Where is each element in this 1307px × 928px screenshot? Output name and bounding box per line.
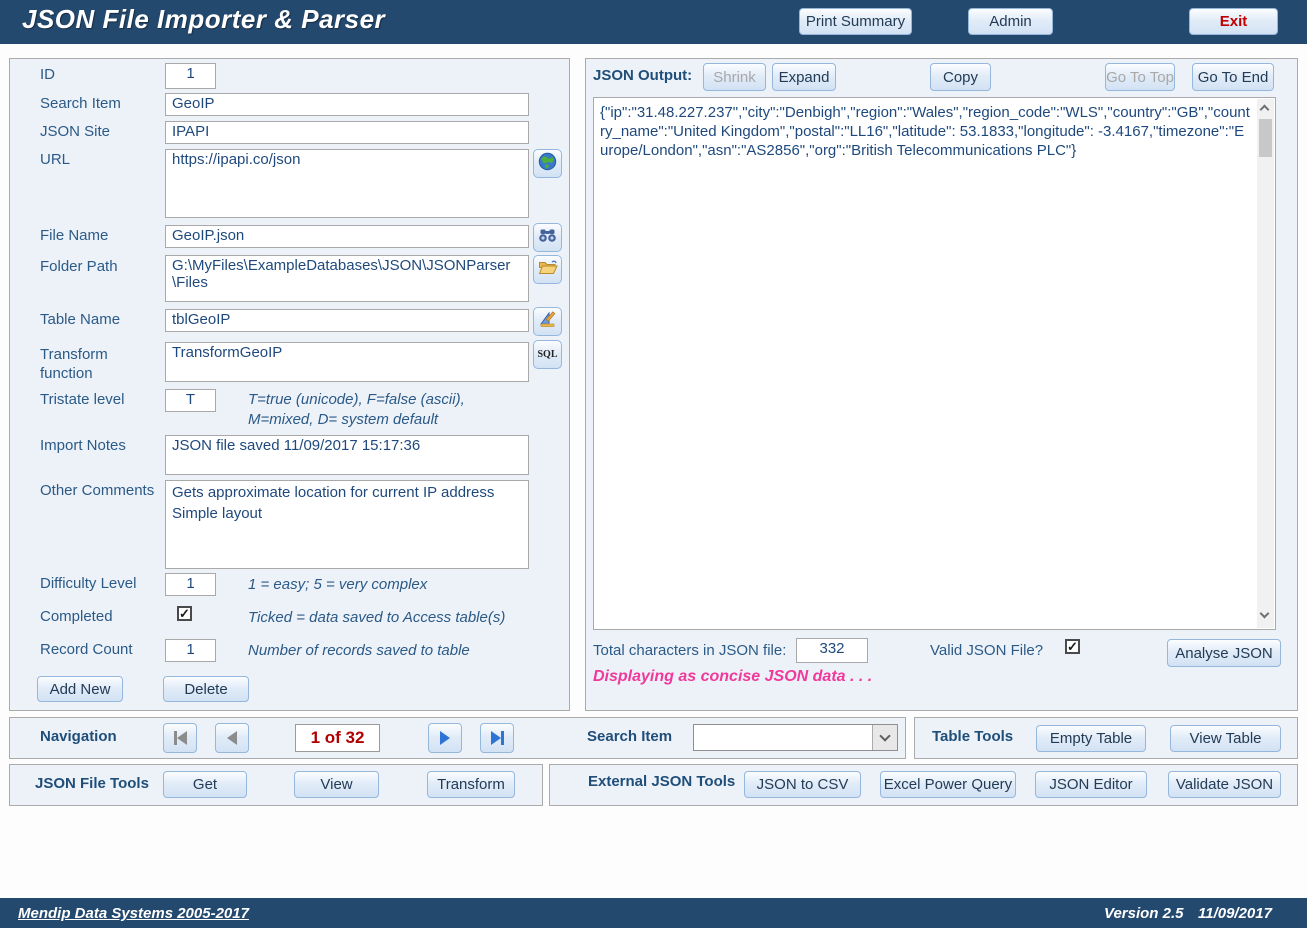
search-item-label: Search Item	[40, 95, 121, 112]
go-to-top-button[interactable]: Go To Top	[1105, 63, 1175, 91]
other-comments-label: Other Comments	[40, 482, 155, 499]
delete-button[interactable]: Delete	[163, 676, 249, 702]
json-file-tools-label: JSON File Tools	[35, 775, 149, 792]
print-summary-button[interactable]: Print Summary	[799, 8, 912, 35]
previous-record-button[interactable]	[215, 723, 249, 753]
open-url-button[interactable]	[533, 149, 562, 178]
company-link[interactable]: Mendip Data Systems 2005-2017	[18, 905, 249, 922]
view-table-button[interactable]: View Table	[1170, 725, 1281, 752]
valid-json-label: Valid JSON File?	[930, 642, 1044, 659]
table-tools-label: Table Tools	[932, 728, 1014, 745]
other-comments-field[interactable]: Gets approximate location for current IP…	[165, 480, 529, 569]
record-count-label: Record Count	[40, 641, 133, 658]
chevron-down-icon	[879, 730, 891, 742]
tristate-level-field[interactable]: T	[165, 389, 216, 412]
table-name-field[interactable]: tblGeoIP	[165, 309, 529, 332]
globe-icon	[538, 152, 557, 176]
scroll-down-icon[interactable]	[1259, 608, 1270, 620]
scroll-up-icon[interactable]	[1259, 104, 1270, 115]
first-record-arrow	[176, 731, 187, 745]
transform-function-label: Transform function	[40, 346, 108, 382]
file-name-field[interactable]: GeoIP.json	[165, 225, 529, 248]
id-field[interactable]: 1	[165, 63, 216, 89]
next-record-button[interactable]	[428, 723, 462, 753]
total-characters-label: Total characters in JSON file:	[593, 642, 787, 659]
record-position: 1 of 32	[295, 724, 380, 752]
exit-button[interactable]: Exit	[1189, 8, 1278, 35]
search-item-combo-label: Search Item	[587, 728, 673, 745]
expand-button[interactable]: Expand	[772, 63, 836, 91]
tristate-level-label: Tristate level	[40, 391, 125, 408]
transform-function-field[interactable]: TransformGeoIP	[165, 342, 529, 382]
version-text: Version 2.5	[1104, 905, 1184, 922]
file-name-label: File Name	[40, 227, 109, 244]
record-count-field[interactable]: 1	[165, 639, 216, 662]
last-record-button[interactable]	[480, 723, 514, 753]
record-count-hint: Number of records saved to table	[248, 642, 470, 659]
view-button[interactable]: View	[294, 771, 379, 798]
design-table-button[interactable]	[533, 307, 562, 336]
browse-folder-button[interactable]	[533, 255, 562, 284]
json-output-textarea[interactable]: {"ip":"31.48.227.237","city":"Denbigh","…	[593, 97, 1276, 630]
binoculars-icon	[538, 226, 557, 250]
difficulty-level-label: Difficulty Level	[40, 575, 137, 592]
next-record-icon	[440, 731, 450, 745]
tristate-hint-line2: M=mixed, D= system default	[248, 411, 439, 428]
url-field[interactable]: https://ipapi.co/json	[165, 149, 529, 218]
get-button[interactable]: Get	[163, 771, 247, 798]
import-notes-label: Import Notes	[40, 437, 126, 454]
id-label: ID	[40, 66, 55, 83]
copy-button[interactable]: Copy	[930, 63, 991, 91]
folder-path-field[interactable]: G:\MyFiles\ExampleDatabases\JSON\JSONPar…	[165, 255, 529, 302]
difficulty-level-field[interactable]: 1	[165, 573, 216, 596]
analyse-json-button[interactable]: Analyse JSON	[1167, 639, 1281, 667]
import-notes-field[interactable]: JSON file saved 11/09/2017 15:17:36	[165, 435, 529, 475]
transform-button[interactable]: Transform	[427, 771, 515, 798]
folder-open-icon	[538, 259, 558, 281]
shrink-button[interactable]: Shrink	[703, 63, 766, 91]
json-to-csv-button[interactable]: JSON to CSV	[744, 771, 861, 798]
find-file-button[interactable]	[533, 223, 562, 252]
json-output-text: {"ip":"31.48.227.237","city":"Denbigh","…	[600, 104, 1250, 159]
design-pencil-icon	[538, 310, 557, 334]
last-record-icon	[500, 731, 504, 745]
sql-button[interactable]: SQL	[533, 340, 562, 369]
table-name-label: Table Name	[40, 311, 121, 328]
last-record-arrow	[490, 731, 501, 745]
json-site-label: JSON Site	[40, 123, 111, 140]
app-title: JSON File Importer & Parser	[22, 4, 386, 34]
valid-json-checkbox[interactable]: ✓	[1065, 639, 1080, 654]
json-site-field[interactable]: IPAPI	[165, 121, 529, 144]
url-label: URL	[40, 151, 71, 168]
sql-icon: SQL	[537, 349, 558, 360]
combo-dropdown-button[interactable]	[872, 725, 897, 750]
date-text: 11/09/2017	[1198, 905, 1272, 922]
tristate-hint-line1: T=true (unicode), F=false (ascii),	[248, 391, 465, 408]
scroll-thumb[interactable]	[1259, 119, 1272, 157]
add-new-button[interactable]: Add New	[37, 676, 123, 702]
search-item-combobox[interactable]	[693, 724, 898, 751]
json-scrollbar[interactable]	[1257, 99, 1274, 628]
completed-hint: Ticked = data saved to Access table(s)	[248, 609, 506, 626]
go-to-end-button[interactable]: Go To End	[1192, 63, 1274, 91]
json-editor-button[interactable]: JSON Editor	[1035, 771, 1147, 798]
empty-table-button[interactable]: Empty Table	[1036, 725, 1146, 752]
validate-json-button[interactable]: Validate JSON	[1168, 771, 1281, 798]
admin-button[interactable]: Admin	[968, 8, 1053, 35]
status-message: Displaying as concise JSON data . . .	[593, 668, 873, 685]
external-json-tools-label: External JSON Tools	[588, 773, 736, 790]
excel-power-query-button[interactable]: Excel Power Query	[880, 771, 1016, 798]
total-characters-field: 332	[796, 638, 868, 663]
completed-checkbox[interactable]: ✓	[177, 606, 192, 621]
previous-record-icon	[227, 731, 237, 745]
completed-label: Completed	[40, 608, 113, 625]
json-output-label: JSON Output:	[593, 67, 693, 84]
difficulty-hint: 1 = easy; 5 = very complex	[248, 576, 428, 593]
folder-path-label: Folder Path	[40, 258, 118, 275]
navigation-label: Navigation	[40, 728, 117, 745]
first-record-button[interactable]	[163, 723, 197, 753]
search-item-field[interactable]: GeoIP	[165, 93, 529, 116]
